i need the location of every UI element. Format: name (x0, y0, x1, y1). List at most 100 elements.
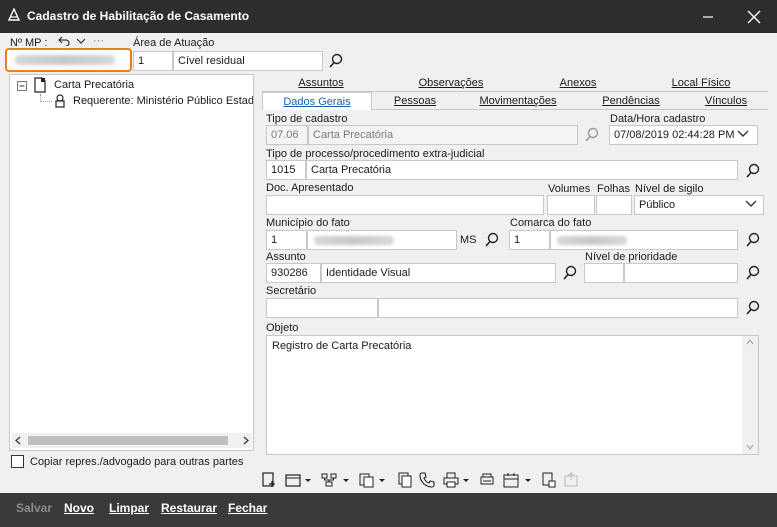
lock-person-icon (55, 94, 65, 108)
area-label: Área de Atuação (133, 37, 215, 49)
prioridade-code-field[interactable] (584, 263, 624, 283)
comarca-name-field[interactable] (550, 230, 738, 250)
folhas-field[interactable] (596, 195, 632, 215)
prioridade-label: Nível de prioridade (585, 251, 678, 263)
tab-pendencias[interactable]: Pendências (578, 92, 684, 110)
data-hora-field[interactable]: 07/08/2019 02:44:28 PM (609, 125, 758, 145)
fechar-button[interactable]: Fechar (228, 501, 267, 515)
tree-scrollbar[interactable] (12, 433, 252, 448)
assunto-label: Assunto (266, 251, 306, 263)
novo-button[interactable]: Novo (64, 501, 94, 515)
search-icon[interactable] (328, 53, 344, 69)
tipo-processo-name-field[interactable]: Carta Precatória (306, 160, 738, 180)
tree-root-label[interactable]: Carta Precatória (54, 79, 134, 91)
undo-icon[interactable] (58, 36, 70, 46)
assunto-name-field[interactable]: Identidade Visual (321, 263, 556, 283)
search-icon[interactable] (584, 127, 600, 143)
tree-child-label[interactable]: Requerente: Ministério Público Estad (73, 95, 253, 107)
dropdown-arrow-icon[interactable] (378, 471, 386, 489)
title-bar: Cadastro de Habilitação de Casamento (0, 0, 777, 33)
volumes-field[interactable] (547, 195, 595, 215)
scroll-down-icon[interactable] (746, 444, 754, 450)
mp-number-field[interactable] (5, 48, 132, 72)
assunto-code-field[interactable]: 930286 (266, 263, 321, 283)
tab-local-fisico[interactable]: Local Físico (634, 74, 768, 92)
dropdown-arrow-icon[interactable] (342, 471, 350, 489)
search-icon[interactable] (745, 232, 761, 248)
add-document-icon[interactable] (260, 471, 278, 489)
mp-more-button[interactable]: ··· (93, 35, 104, 47)
close-button[interactable] (731, 0, 777, 33)
objeto-textarea[interactable]: Registro de Carta Precatória (266, 335, 759, 455)
tab-dados-gerais[interactable]: Dados Gerais (262, 92, 372, 110)
municipio-code-field[interactable]: 1 (266, 230, 307, 250)
phone-icon[interactable] (418, 471, 436, 489)
restaurar-button[interactable]: Restaurar (161, 501, 217, 515)
tabs-bottom: Dados Gerais Pessoas Movimentações Pendê… (262, 92, 768, 110)
tab-movimentacoes[interactable]: Movimentações (458, 92, 578, 110)
dropdown-arrow-icon[interactable] (462, 471, 470, 489)
comarca-label: Comarca do fato (510, 217, 592, 229)
hierarchy-icon[interactable] (320, 471, 338, 489)
doc-field[interactable] (266, 195, 544, 215)
tab-assuntos[interactable]: Assuntos (262, 74, 380, 92)
search-icon[interactable] (745, 300, 761, 316)
copy-icon[interactable] (396, 471, 414, 489)
calendar-icon[interactable] (502, 471, 520, 489)
window-title: Cadastro de Habilitação de Casamento (27, 9, 250, 23)
app-icon (7, 8, 21, 21)
search-icon[interactable] (745, 163, 761, 179)
area-name-field[interactable]: Cível residual (173, 51, 323, 71)
mp-number-redacted (15, 55, 115, 65)
salvar-button[interactable]: Salvar (16, 501, 52, 515)
tipo-processo-label: Tipo de processo/procedimento extra-judi… (266, 148, 485, 160)
prioridade-name-field[interactable] (624, 263, 738, 283)
dropdown-arrow-icon[interactable] (304, 471, 312, 489)
footer-bar: Salvar Novo Limpar Restaurar Fechar (0, 493, 777, 527)
close-icon (747, 10, 761, 23)
secretario-name-field[interactable] (378, 298, 738, 318)
tab-pessoas[interactable]: Pessoas (372, 92, 458, 110)
tab-anexos[interactable]: Anexos (522, 74, 634, 92)
area-code-field[interactable]: 1 (133, 51, 173, 71)
municipio-label: Município do fato (266, 217, 350, 229)
search-icon[interactable] (745, 265, 761, 281)
search-icon[interactable] (484, 232, 500, 248)
tree-panel: Carta Precatória Requerente: Ministério … (9, 74, 254, 451)
scroll-up-icon[interactable] (746, 339, 754, 345)
tipo-processo-code-field[interactable]: 1015 (266, 160, 306, 180)
minimize-icon (703, 15, 713, 18)
chevron-down-icon[interactable] (745, 200, 757, 208)
printer-icon[interactable] (442, 471, 460, 489)
municipio-uf: MS (460, 234, 477, 246)
limpar-button[interactable]: Limpar (109, 501, 149, 515)
tipo-cadastro-label: Tipo de cadastro (266, 113, 348, 125)
scroll-left-icon[interactable] (14, 436, 22, 445)
tab-vinculos[interactable]: Vínculos (684, 92, 768, 110)
minimize-button[interactable] (685, 0, 731, 33)
search-icon[interactable] (562, 265, 578, 281)
secretario-code-field[interactable] (266, 298, 378, 318)
chevron-down-icon[interactable] (76, 37, 86, 45)
doc-label: Doc. Apresentado (266, 182, 354, 194)
comarca-name-redacted (557, 236, 627, 245)
tipo-cadastro-name-field: Carta Precatória (308, 125, 578, 145)
document-icon (34, 77, 46, 93)
scroll-right-icon[interactable] (242, 436, 250, 445)
documents-icon[interactable] (358, 471, 376, 489)
document-lock-icon[interactable] (540, 471, 558, 489)
scroll-thumb[interactable] (28, 436, 228, 445)
window-icon[interactable] (284, 471, 302, 489)
copy-checkbox-label: Copiar repres./advogado para outras part… (30, 456, 244, 468)
data-hora-label: Data/Hora cadastro (610, 113, 706, 125)
chevron-down-icon[interactable] (737, 130, 749, 138)
comarca-code-field[interactable]: 1 (509, 230, 550, 250)
municipio-name-field[interactable] (307, 230, 457, 250)
tab-observacoes[interactable]: Observações (380, 74, 522, 92)
tree-line (40, 101, 52, 102)
dropdown-arrow-icon[interactable] (524, 471, 532, 489)
collapse-icon[interactable] (17, 81, 27, 91)
print-preview-icon[interactable] (478, 471, 496, 489)
objeto-scrollbar[interactable] (742, 336, 758, 454)
copy-checkbox[interactable] (11, 455, 24, 468)
